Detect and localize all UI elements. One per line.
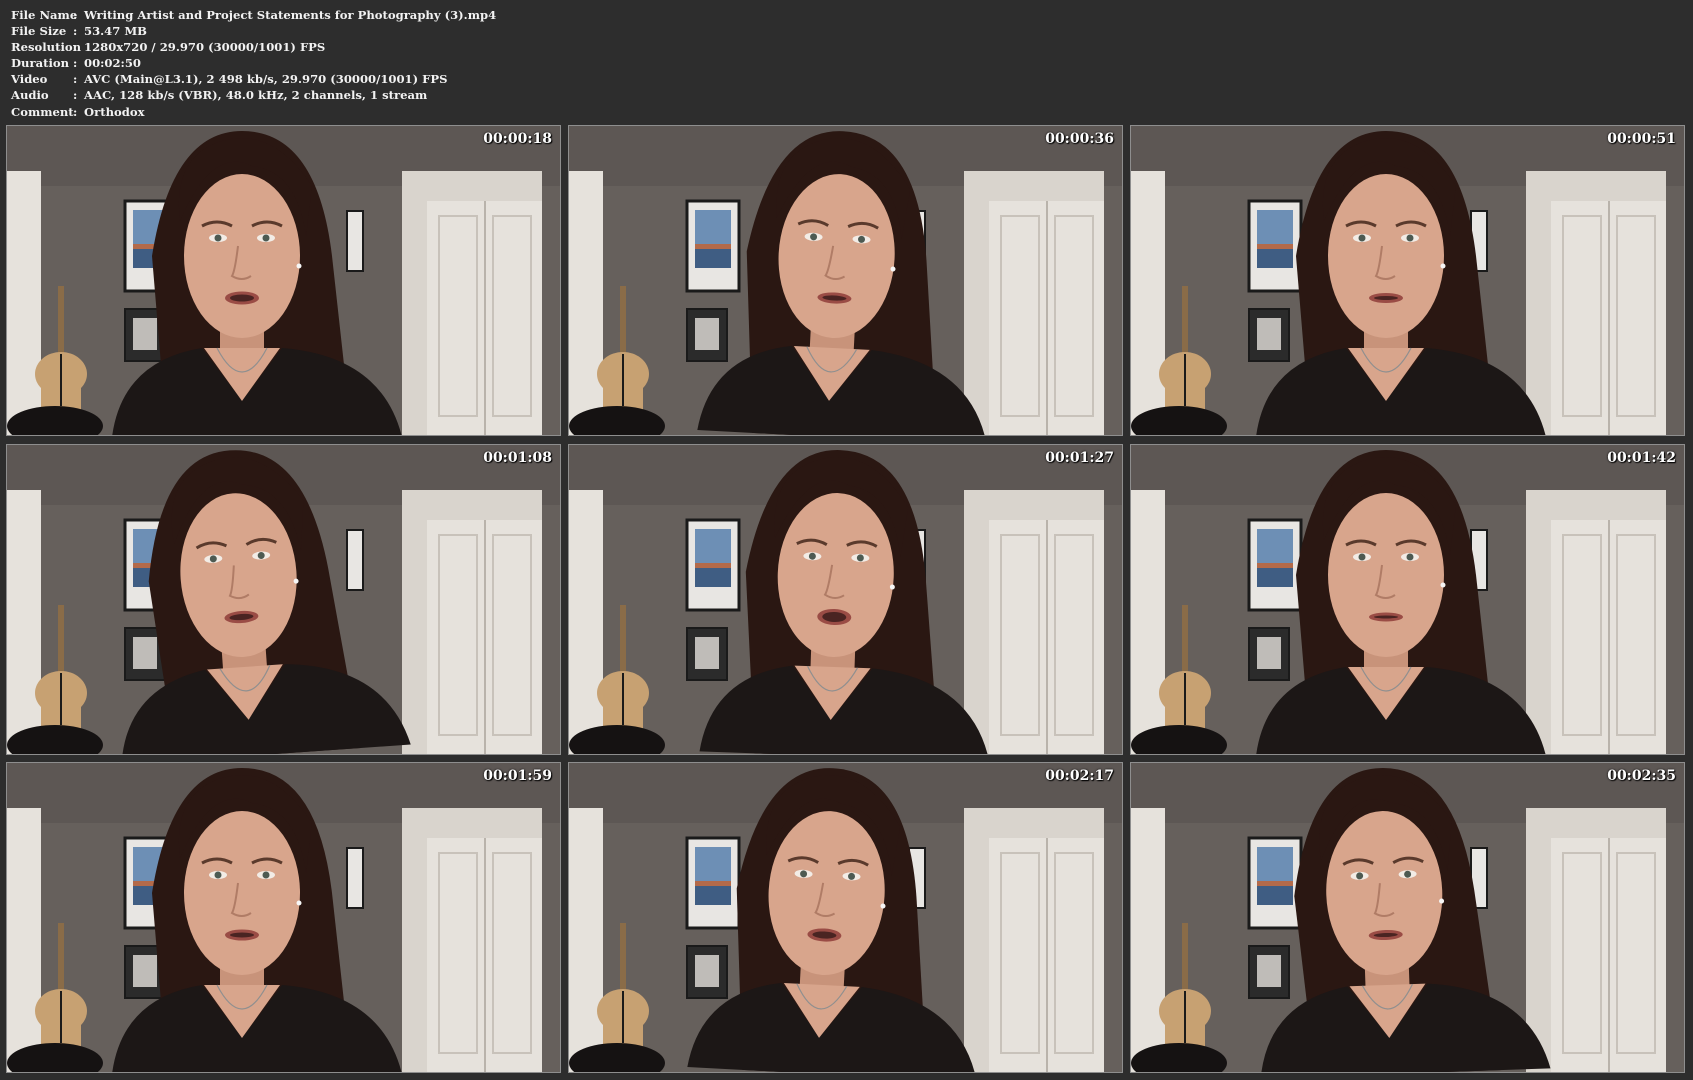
video-frame-illustration [569, 444, 1122, 754]
video-frame-illustration [569, 763, 1122, 1072]
video-frame-illustration [7, 763, 560, 1072]
closet-door [402, 808, 542, 1072]
info-label: Audio [11, 88, 49, 103]
info-row-file-name: File Name : Writing Artist and Project S… [11, 7, 496, 23]
framed-photo [685, 518, 741, 611]
info-row-file-size: File Size : 53.47 MB [11, 23, 496, 39]
thumbnail-timestamp: 00:00:36 [1045, 131, 1114, 147]
info-row-video: Video : AVC (Main@L3.1), 2 498 kb/s, 29.… [11, 71, 496, 87]
closet-door [964, 489, 1104, 754]
info-label: File Name [11, 8, 78, 22]
video-frame-illustration [569, 126, 1122, 435]
thumbnail-timestamp: 00:02:17 [1045, 768, 1114, 784]
video-frame-illustration [7, 444, 560, 754]
info-label: Duration [11, 56, 70, 71]
info-separator: : [73, 88, 78, 103]
info-row-audio: Audio : AAC, 128 kb/s (VBR), 48.0 kHz, 2… [11, 87, 496, 103]
video-frame-illustration [1131, 444, 1684, 754]
video-thumbnail: 00:01:59 [6, 762, 561, 1073]
left-door-edge [1131, 489, 1165, 754]
info-separator: : [73, 8, 78, 22]
framed-photo [1247, 836, 1303, 930]
thumbnail-timestamp: 00:01:27 [1045, 449, 1114, 466]
framed-photo [685, 199, 741, 293]
video-thumbnail: 00:02:17 [568, 762, 1123, 1073]
video-thumbnail: 00:00:18 [6, 125, 561, 436]
info-value: Orthodox [84, 104, 145, 119]
closet-door [964, 808, 1104, 1072]
closet-door [1526, 489, 1666, 754]
info-row-duration: Duration : 00:02:50 [11, 55, 496, 71]
video-thumbnail: 00:00:51 [1130, 125, 1685, 436]
left-door-edge [1131, 171, 1165, 435]
info-value: 53.47 MB [84, 24, 147, 39]
left-door-edge [569, 808, 603, 1072]
left-door-edge [1131, 808, 1165, 1072]
framed-photo [1247, 518, 1303, 611]
video-frame-illustration [1131, 763, 1684, 1072]
info-separator: : [73, 72, 78, 87]
closet-door [964, 171, 1104, 435]
framed-photo [685, 836, 741, 930]
closet-door [1526, 808, 1666, 1072]
video-thumbnail: 00:01:08 [6, 443, 561, 755]
thumbnail-timestamp: 00:00:51 [1607, 131, 1676, 147]
info-separator: : [73, 104, 78, 119]
left-door-edge [569, 171, 603, 435]
framed-photo [1247, 199, 1303, 293]
thumbnail-timestamp: 00:01:42 [1607, 449, 1676, 466]
closet-door [1526, 171, 1666, 435]
info-value: 1280x720 / 29.970 (30000/1001) FPS [84, 40, 326, 55]
video-thumbnail: 00:01:42 [1130, 443, 1685, 755]
info-value: AAC, 128 kb/s (VBR), 48.0 kHz, 2 channel… [84, 88, 428, 103]
thumbnail-timestamp: 00:00:18 [483, 131, 552, 147]
info-value: 00:02:50 [84, 56, 141, 71]
info-row-resolution: Resolution : 1280x720 / 29.970 (30000/10… [11, 39, 496, 55]
thumbnail-grid: 00:00:18 00:00:36 00:00:51 00:01:08 00:0… [6, 125, 1686, 1073]
left-door-edge [7, 808, 41, 1072]
info-value: Writing Artist and Project Statements fo… [84, 8, 497, 22]
left-door-edge [7, 171, 41, 435]
info-value: AVC (Main@L3.1), 2 498 kb/s, 29.970 (300… [84, 72, 448, 87]
left-door-edge [7, 489, 41, 754]
thumbnail-timestamp: 00:01:59 [483, 768, 552, 784]
video-thumbnail: 00:01:27 [568, 443, 1123, 755]
thumbnail-timestamp: 00:02:35 [1607, 768, 1676, 784]
closet-door [402, 489, 542, 754]
closet-door [402, 171, 542, 435]
info-label: Video [11, 72, 48, 87]
info-label: Resolution [11, 40, 82, 55]
video-thumbnail: 00:00:36 [568, 125, 1123, 436]
thumbnail-timestamp: 00:01:08 [483, 449, 552, 466]
info-label: Comment [11, 104, 74, 119]
left-door-edge [569, 489, 603, 754]
file-info-panel: File Name : Writing Artist and Project S… [11, 7, 496, 120]
info-row-comment: Comment : Orthodox [11, 104, 496, 120]
info-separator: : [73, 40, 78, 55]
info-separator: : [73, 56, 78, 71]
info-separator: : [73, 24, 78, 39]
video-thumbnail: 00:02:35 [1130, 762, 1685, 1073]
info-label: File Size [11, 24, 67, 39]
video-frame-illustration [7, 126, 560, 435]
video-frame-illustration [1131, 126, 1684, 435]
